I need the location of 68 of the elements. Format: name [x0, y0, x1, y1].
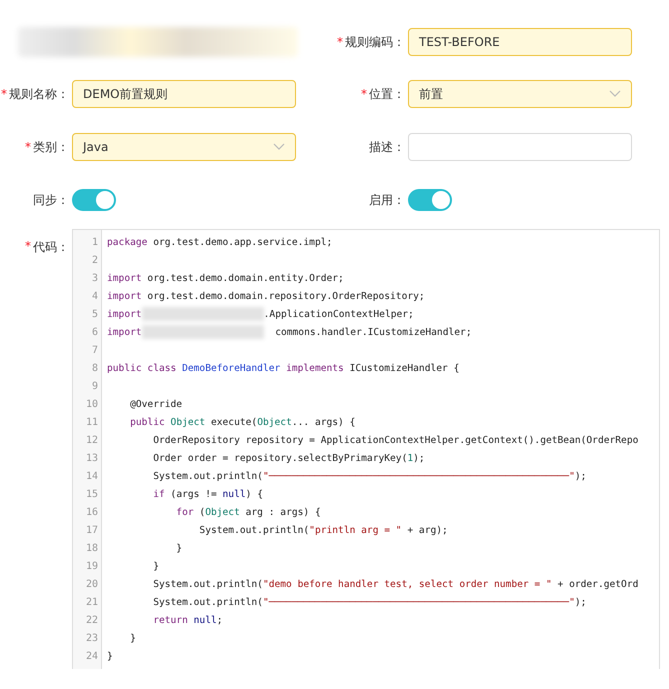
line-number: 5: [90, 308, 99, 322]
line-number: 1: [90, 236, 99, 250]
code-line: import commons.handler.ICustomizeHandler;: [107, 324, 473, 342]
field-label: 类别：: [33, 138, 69, 156]
toggle-switch[interactable]: [72, 189, 116, 211]
chevron-down-icon: [609, 90, 621, 98]
code-line: import org.test.demo.domain.entity.Order;: [107, 272, 345, 286]
code-line: import .ApplicationContextHelper;: [107, 306, 415, 324]
code-line: for (Object arg : args) {: [175, 506, 322, 520]
code-line: import org.test.demo.domain.repository.OrderRepository;: [107, 290, 426, 304]
code-line: if (args != null) {: [152, 488, 264, 502]
line-number: 18: [84, 542, 99, 556]
required-mark: *: [1, 87, 7, 101]
line-number: 3: [90, 272, 99, 286]
line-number: 23: [84, 632, 99, 646]
line-number: 21: [84, 596, 99, 610]
line-number: 24: [84, 650, 99, 664]
required-mark: *: [337, 35, 343, 49]
code-line: @Override: [129, 398, 184, 412]
code-line: return null;: [152, 614, 224, 628]
field-label: 规则名称：: [9, 86, 69, 102]
code-line: System.out.println("────────────────────────────────────────────────────");: [152, 596, 588, 610]
line-number: 2: [90, 254, 99, 268]
line-number: 19: [84, 560, 99, 574]
field-label: 启用：: [369, 192, 405, 208]
line-number: 15: [84, 488, 99, 502]
line-number: 7: [90, 344, 99, 358]
field-label: 规则编码：: [345, 34, 405, 50]
code-line: System.out.println("println arg = " + arg);: [198, 524, 449, 538]
field-label: 代码：: [33, 239, 69, 256]
line-number: 12: [84, 434, 99, 448]
toggle-switch[interactable]: [408, 189, 452, 211]
line-number: 17: [84, 524, 99, 538]
text-field[interactable]: [408, 133, 632, 161]
line-number: 8: [90, 362, 99, 376]
code-line: Order order = repository.selectByPrimaryKey(1);: [152, 452, 426, 466]
code-line: }: [107, 650, 114, 664]
code-line: System.out.println("────────────────────────────────────────────────────");: [152, 470, 588, 484]
code-line: OrderRepository repository = ApplicationContextHelper.getContext().getBean(OrderRepo: [152, 434, 638, 448]
line-number: 20: [84, 578, 99, 592]
line-number: 13: [84, 452, 99, 466]
code-line: package org.test.demo.app.service.impl;: [107, 236, 334, 250]
text-field[interactable]: TEST-BEFORE: [408, 28, 632, 56]
select-field[interactable]: 前置: [408, 80, 632, 108]
code-line: }: [152, 560, 160, 574]
text-field[interactable]: DEMO前置规则: [72, 80, 296, 108]
line-number: 10: [84, 398, 99, 412]
code-line: }: [175, 542, 184, 556]
line-number: 9: [90, 380, 99, 394]
chevron-down-icon: [273, 143, 285, 151]
line-number: 4: [90, 290, 99, 304]
required-mark: *: [25, 239, 31, 253]
code-editor[interactable]: [72, 229, 660, 669]
code-line: System.out.println("demo before handler test, select order number = " + order.getOrd: [152, 578, 638, 592]
code-line: public Object execute(Object... args) {: [129, 416, 356, 430]
select-field[interactable]: Java: [72, 133, 296, 161]
line-number: 16: [84, 506, 99, 520]
line-number: 11: [84, 416, 99, 430]
line-number: 14: [84, 470, 99, 484]
field-label: 描述：: [369, 138, 405, 156]
field-label: 同步：: [33, 192, 69, 208]
field-label: 位置：: [369, 86, 405, 102]
required-mark: *: [361, 87, 367, 101]
line-number: 22: [84, 614, 99, 628]
required-mark: *: [25, 140, 31, 154]
code-line: public class DemoBeforeHandler implements ICustomizeHandler {: [107, 362, 460, 376]
code-line: }: [129, 632, 137, 646]
line-number: 6: [90, 326, 99, 340]
